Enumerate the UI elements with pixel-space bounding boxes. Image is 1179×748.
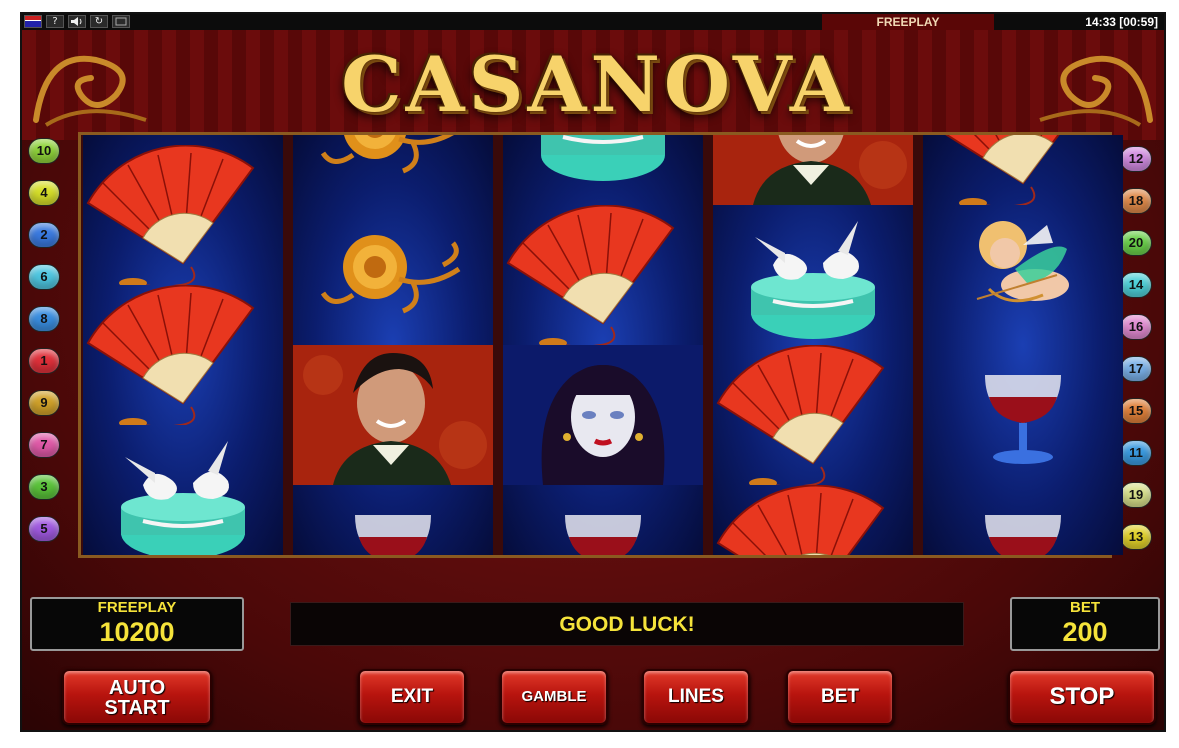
payline-badge[interactable]: 2	[28, 222, 60, 248]
autostart-line2: START	[104, 697, 170, 719]
payline-badge[interactable]: 9	[28, 390, 60, 416]
payline-badge[interactable]: 15	[1120, 398, 1152, 424]
payline-badge[interactable]: 14	[1120, 272, 1152, 298]
reload-icon[interactable]: ↻	[90, 15, 108, 28]
symbol-fan	[503, 204, 703, 348]
bet-label: BET	[1070, 599, 1100, 616]
payline-badge[interactable]: 19	[1120, 482, 1152, 508]
autostart-line1: AUTO	[108, 677, 166, 699]
symbol-rose	[293, 205, 493, 345]
lines-button[interactable]: LINES	[642, 669, 750, 725]
symbol-wine	[923, 345, 1123, 485]
stop-button[interactable]: STOP	[1008, 669, 1156, 725]
symbol-cupid	[923, 205, 1123, 345]
clock: 14:33 [00:59]	[1085, 15, 1158, 29]
sound-icon[interactable]	[68, 15, 86, 28]
credit-value: 10200	[99, 617, 175, 647]
flag-icon[interactable]	[24, 15, 42, 28]
mode-label: FREEPLAY	[822, 14, 994, 30]
symbol-casanova	[293, 345, 493, 485]
reel-2	[293, 135, 493, 555]
status-message: GOOD LUCK!	[290, 602, 964, 646]
payline-badge[interactable]: 13	[1120, 524, 1152, 550]
symbol-doves	[83, 425, 283, 555]
payline-badge[interactable]: 18	[1120, 188, 1152, 214]
payline-badge[interactable]: 11	[1120, 440, 1152, 466]
symbol-fan	[713, 484, 913, 555]
exit-button[interactable]: EXIT	[358, 669, 466, 725]
payline-badge[interactable]: 17	[1120, 356, 1152, 382]
payline-badge[interactable]: 10	[28, 138, 60, 164]
payline-badge[interactable]: 5	[28, 516, 60, 542]
symbol-fan	[923, 135, 1123, 208]
payline-badge[interactable]: 16	[1120, 314, 1152, 340]
payline-badge[interactable]: 12	[1120, 146, 1152, 172]
reel-4	[713, 135, 913, 555]
symbol-wine	[503, 485, 703, 555]
gamble-button[interactable]: GAMBLE	[500, 669, 608, 725]
symbol-casanova	[713, 135, 913, 205]
payline-badge[interactable]: 8	[28, 306, 60, 332]
autostart-button[interactable]: AUTO START	[62, 669, 212, 725]
reels-area	[78, 132, 1123, 558]
reel-1	[83, 135, 283, 555]
bet-panel: BET 200	[1010, 597, 1160, 651]
payline-badge[interactable]: 20	[1120, 230, 1152, 256]
payline-badge[interactable]: 4	[28, 180, 60, 206]
symbol-doves	[713, 205, 913, 345]
help-icon[interactable]: ?	[46, 15, 64, 28]
symbol-lady	[503, 345, 703, 485]
symbol-fan	[83, 144, 283, 288]
bet-value: 200	[1062, 617, 1108, 647]
game-frame: ? ↻ FREEPLAY 14:33 [00:59] CASANOVA 10 4…	[20, 12, 1166, 732]
credit-panel: FREEPLAY 10200	[30, 597, 244, 651]
header-banner: CASANOVA	[22, 30, 1164, 140]
bet-button[interactable]: BET	[786, 669, 894, 725]
top-icons: ? ↻	[24, 15, 130, 28]
credit-label: FREEPLAY	[97, 599, 177, 616]
reel-5	[923, 135, 1123, 555]
game-title: CASANOVA	[341, 40, 853, 129]
fullscreen-icon[interactable]	[112, 15, 130, 28]
symbol-wine	[293, 485, 493, 555]
payline-badge[interactable]: 7	[28, 432, 60, 458]
symbol-rose	[293, 135, 493, 205]
right-swirl-ornament	[1039, 55, 1153, 127]
symbol-wine	[923, 485, 1123, 555]
reel-3	[503, 135, 703, 555]
symbol-fan	[713, 344, 913, 488]
payline-badge[interactable]: 6	[28, 264, 60, 290]
symbol-fan	[83, 284, 283, 428]
symbol-box	[503, 135, 703, 205]
payline-badge[interactable]: 3	[28, 474, 60, 500]
top-bar: ? ↻ FREEPLAY 14:33 [00:59]	[22, 14, 1164, 30]
payline-badge[interactable]: 1	[28, 348, 60, 374]
left-swirl-ornament	[33, 55, 147, 127]
